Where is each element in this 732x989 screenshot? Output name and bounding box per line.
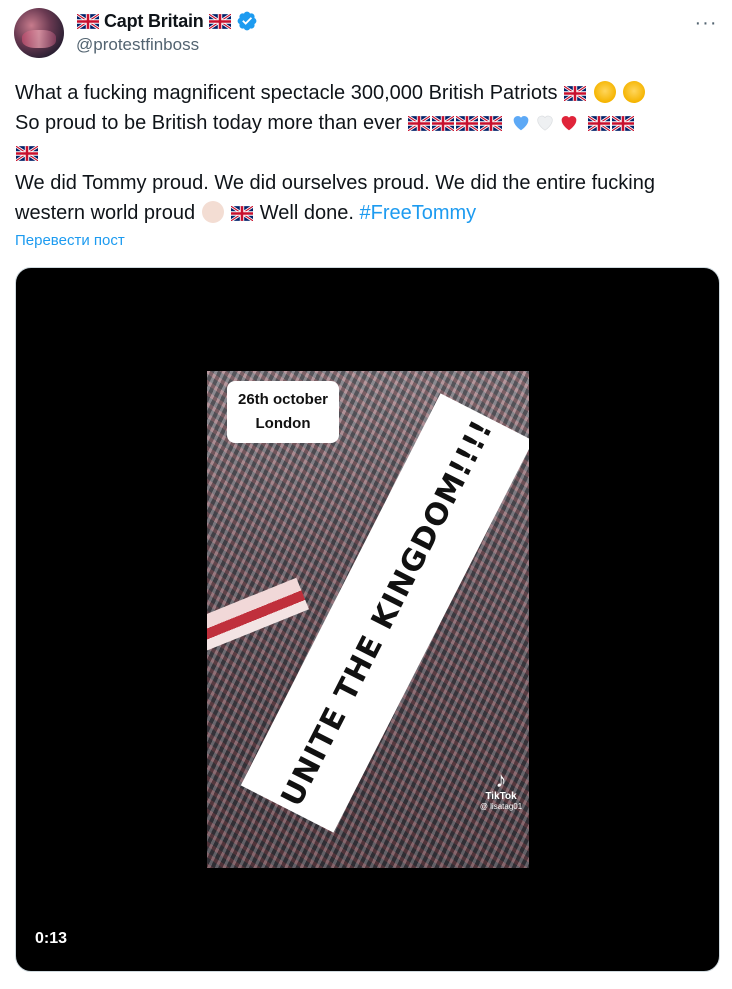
translate-post-link[interactable]: Перевести пост [15, 232, 125, 249]
red-heart-icon [561, 116, 577, 131]
tweet-line-3 [15, 138, 715, 168]
uk-flag-icon [611, 116, 634, 131]
raised-hand-icon [201, 201, 224, 223]
tiktok-brand: TikTok [485, 791, 517, 802]
uk-flag-icon [480, 116, 503, 131]
smiling-face-with-tear-icon [623, 81, 646, 103]
author-name-row[interactable]: Capt Britain [76, 10, 258, 32]
uk-flag-icon [231, 206, 254, 221]
verified-badge-icon[interactable] [236, 10, 258, 32]
tweet-text-segment: Well done. [259, 202, 354, 224]
uk-flag-icon [408, 116, 431, 131]
uk-flag-icon [432, 116, 455, 131]
slogan-text: UNITE THE KINGDOM!!!! [274, 414, 500, 812]
uk-flag-icon [587, 116, 610, 131]
video-player[interactable]: 26th october London UNITE THE KINGDOM!!!… [15, 267, 720, 972]
tiktok-user: @ lisatag01 [479, 802, 523, 811]
tweet-text-segment: We did Tommy proud. We did ourselves pro… [15, 172, 655, 194]
uk-flag-icon [456, 116, 479, 131]
white-heart-icon [537, 115, 553, 131]
tweet-line-4: We did Tommy proud. We did ourselves pro… [15, 168, 715, 198]
tweet-line-5: western world proud Well done. #FreeTomm… [15, 198, 715, 228]
video-date-caption: 26th october London [227, 381, 339, 443]
tweet-text: What a fucking magnificent spectacle 300… [15, 78, 715, 228]
more-horizontal-icon: ··· [694, 11, 718, 34]
tweet-line-1: What a fucking magnificent spectacle 300… [15, 78, 715, 108]
blue-heart-icon [513, 116, 529, 131]
author-handle[interactable]: @protestfinboss [76, 35, 199, 55]
avatar[interactable] [14, 8, 64, 58]
tweet: Capt Britain @protestfinboss ··· What a … [0, 0, 732, 989]
uk-flag-icon [564, 86, 587, 101]
video-date-line2: London [255, 415, 311, 432]
more-options-button[interactable]: ··· [694, 12, 718, 34]
tweet-line-2: So proud to be British today more than e… [15, 108, 715, 138]
tweet-text-segment: What a fucking magnificent spectacle 300… [15, 82, 558, 104]
uk-flag-icon [16, 146, 38, 161]
uk-flag-icon [77, 13, 99, 29]
tiktok-icon: ♪ [495, 767, 507, 792]
tweet-text-segment: western world proud [15, 202, 196, 224]
saluting-face-icon [593, 81, 616, 103]
video-duration: 0:13 [35, 930, 68, 947]
tiktok-watermark: ♪ TikTok @ lisatag01 [479, 767, 523, 812]
tweet-text-segment: So proud to be British today more than e… [15, 112, 402, 134]
crowd-banner [207, 577, 309, 655]
hashtag-link[interactable]: #FreeTommy [359, 202, 476, 224]
uk-flag-icon [208, 13, 231, 29]
display-name[interactable]: Capt Britain [104, 11, 204, 32]
video-date-line1: 26th october [237, 391, 328, 408]
video-frame[interactable]: 26th october London UNITE THE KINGDOM!!!… [207, 371, 529, 868]
